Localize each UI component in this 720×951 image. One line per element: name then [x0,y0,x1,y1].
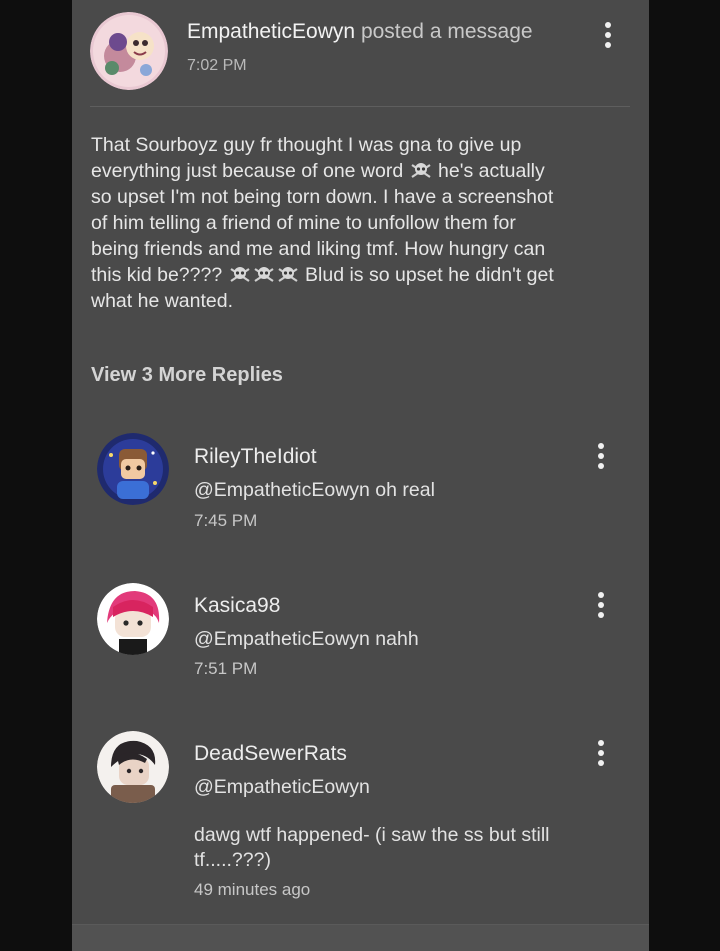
more-dot [598,612,604,618]
message-panel: EmpatheticEowyn posted a message 7:02 PM… [72,0,649,951]
reply-timestamp: 7:45 PM [194,511,258,530]
more-vertical-icon [598,443,604,449]
reply-text: dawg wtf happened- (i saw the ss but sti… [194,824,550,871]
avatar-image [97,583,169,655]
avatar-image [90,12,168,90]
more-dot [598,750,604,756]
avatar-image [97,731,169,803]
post-body-line: he's actually [438,160,545,182]
post-author-name[interactable]: EmpatheticEowyn [187,20,355,43]
post-body-line: everything just because of one word [91,160,404,182]
more-dot [605,42,611,48]
post-body: That Sourboyz guy fr thought I was gna t… [91,132,621,314]
post-timestamp: 7:02 PM [187,57,247,74]
more-vertical-icon [598,740,604,746]
more-dot [598,760,604,766]
reply-more-button[interactable] [591,738,611,768]
skull-crossbones-icon [277,267,298,282]
next-item-edge [72,924,649,951]
reply-author-name[interactable]: DeadSewerRats [194,742,347,766]
skull-crossbones-icon [411,163,431,178]
reply-more-button[interactable] [591,590,611,620]
post-body-line: this kid be???? [91,264,223,286]
post-action-text: posted a message [360,20,533,43]
reply-text: @EmpatheticEowyn oh real [194,479,435,501]
more-vertical-icon [605,22,611,28]
reply-text: @EmpatheticEowyn nahh [194,628,419,650]
avatar-image [97,433,169,505]
post-more-button[interactable] [598,20,618,50]
post-body-line: Blud is so upset he didn't get [305,264,554,286]
post-body-line: so upset I'm not being torn down. I have… [91,186,554,208]
post-body-line: of him telling a friend of mine to unfol… [91,212,516,234]
skull-crossbones-icon [253,267,274,282]
skull-crossbones-icon [229,267,250,282]
post-author-avatar[interactable] [90,12,168,90]
more-dot [605,32,611,38]
header-divider [90,106,630,107]
more-dot [598,463,604,469]
reply-author-name[interactable]: RileyTheIdiot [194,445,317,469]
reply-timestamp: 7:51 PM [194,659,258,678]
more-dot [598,602,604,608]
reply-avatar[interactable] [97,433,169,505]
more-vertical-icon [598,592,604,598]
post-body-line: what he wanted. [91,290,234,312]
more-dot [598,453,604,459]
post-author-line: EmpatheticEowyn posted a message [187,20,533,44]
screen: EmpatheticEowyn posted a message 7:02 PM… [0,0,720,951]
view-more-replies-link[interactable]: View 3 More Replies [91,364,283,387]
post-body-line: being friends and me and liking tmf. How… [91,238,546,260]
post-body-line: That Sourboyz guy fr thought I was gna t… [91,134,522,156]
reply-avatar[interactable] [97,583,169,655]
reply-more-button[interactable] [591,441,611,471]
reply-timestamp: 49 minutes ago [194,880,311,899]
reply-avatar[interactable] [97,731,169,803]
reply-author-name[interactable]: Kasica98 [194,594,280,618]
reply-mention: @EmpatheticEowyn [194,776,370,798]
